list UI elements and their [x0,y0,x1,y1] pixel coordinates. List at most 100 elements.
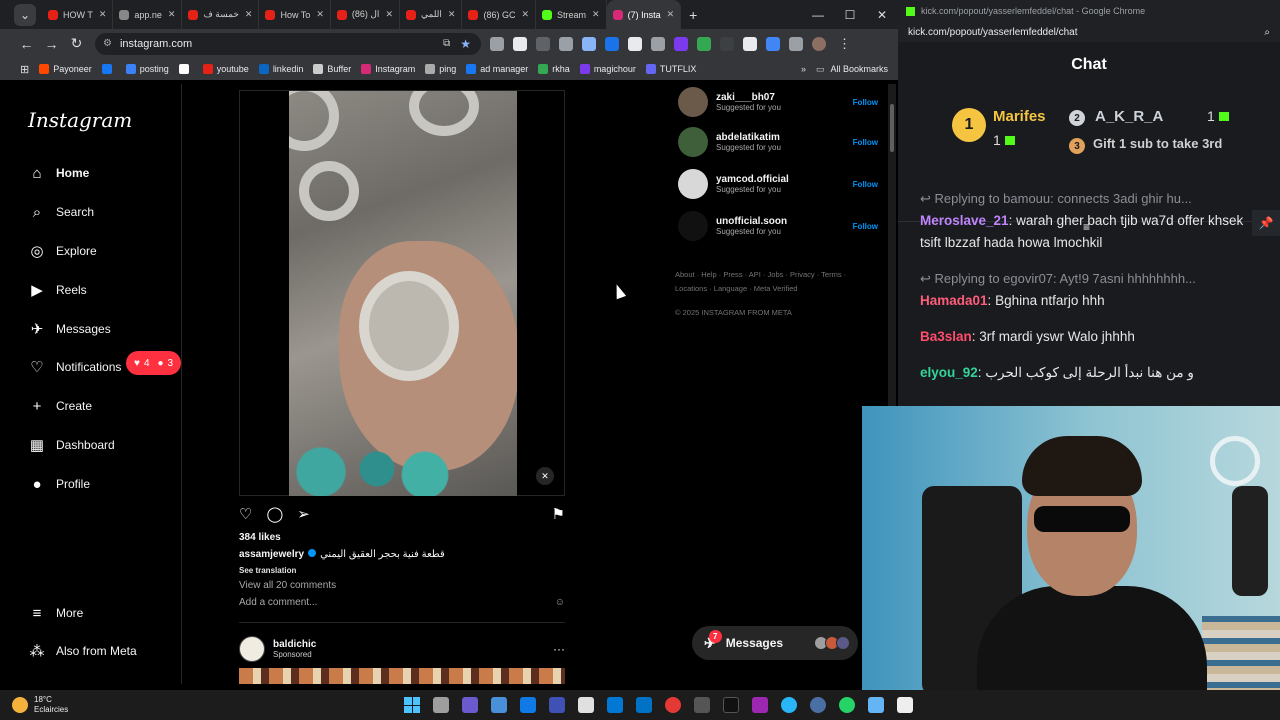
tab-close-icon[interactable]: ✕ [667,9,675,20]
tab-close-icon[interactable]: ✕ [245,9,253,20]
comment-icon[interactable]: ◯ [266,505,283,523]
sidebar-item-dashboard[interactable]: ▦ Dashboard [28,432,115,458]
extension-icon[interactable] [720,36,734,51]
follow-button[interactable]: Follow [853,180,878,189]
kick-address-bar[interactable]: kick.com/popout/yasserlemfeddel/chat ⌕ [898,22,1280,42]
copilot-icon[interactable] [462,697,479,713]
add-comment-input[interactable]: Add a comment... ☺ [239,597,565,608]
tab-close-icon[interactable]: ✕ [385,9,393,20]
save-icon[interactable]: ⚑ [552,505,565,523]
follow-button[interactable]: Follow [853,222,878,231]
browser-tab[interactable]: اللمي ✕ [400,0,463,29]
tab-close-icon[interactable]: ✕ [316,9,324,20]
like-icon[interactable]: ♡ [239,505,252,523]
suggestion-username[interactable]: unofficial.soon [716,216,787,227]
bookmark-item[interactable]: linkedin [258,64,303,74]
whatsapp-icon[interactable] [839,697,856,713]
gift-cta[interactable]: Gift 1 sub to take 3rd [1093,136,1222,151]
sidebar-item-notifications[interactable]: ♡ Notifications [28,354,121,380]
suggestion-username[interactable]: yamcod.official [716,174,789,185]
suggestion-username[interactable]: abdelatikatim [716,132,781,143]
emoji-icon[interactable]: ☺ [555,597,565,608]
avatar[interactable] [239,636,265,662]
start-button[interactable] [404,697,421,713]
tab-close-icon[interactable]: ✕ [168,9,176,20]
all-bookmarks-folder[interactable]: ▭ All Bookmarks [816,64,888,75]
close-window-button[interactable]: ✕ [866,0,898,29]
sidebar-item-home[interactable]: ⌂ Home [28,160,89,186]
chat-username[interactable]: Ba3slan [920,329,972,344]
store-icon[interactable] [607,697,624,713]
avatar[interactable] [678,127,708,157]
sidebar-item-messages[interactable]: ✈ Messages [28,316,111,342]
telegram-icon[interactable] [781,697,798,713]
more-options-icon[interactable]: ··· [553,642,565,656]
bookmark-item[interactable]: posting [125,64,169,74]
bookmark-item[interactable]: rkha [538,64,570,74]
post-video[interactable] [289,91,517,496]
extension-icon[interactable] [697,36,711,51]
app-icon[interactable] [868,697,885,713]
bookmarks-overflow-icon[interactable]: » [801,64,806,74]
bookmark-item[interactable] [101,64,116,74]
avatar[interactable] [678,169,708,199]
extension-icon[interactable] [651,36,665,51]
maximize-button[interactable]: ☐ [834,0,866,29]
browser-tab[interactable]: app.ne ✕ [113,0,183,29]
extension-icon[interactable] [605,36,619,51]
follow-button[interactable]: Follow [853,138,878,147]
extension-icon[interactable] [490,36,504,51]
bookmark-item[interactable]: magichour [579,64,636,74]
bookmark-item[interactable]: Payoneer [39,64,92,74]
post-media-preview[interactable] [239,668,565,684]
footer-links-line[interactable]: Locations · Language · Meta Verified [675,282,875,296]
browser-tab[interactable]: How To ✕ [259,0,331,29]
weather-widget[interactable]: 18°C Eclaircies [12,695,68,715]
tiktok-icon[interactable] [723,697,740,713]
extension-icon[interactable] [628,36,642,51]
suggestion-username[interactable]: zaki___bh07 [716,92,781,103]
see-translation-link[interactable]: See translation [239,566,296,575]
sidebar-item-more[interactable]: ≡ More [28,600,84,626]
install-app-icon[interactable]: ⧉ [443,38,450,49]
bookmark-item[interactable]: TUTFLIX [645,64,696,74]
address-bar[interactable]: ⚙ instagram.com ⧉ ★ [95,32,481,55]
new-tab-button[interactable]: + [689,7,697,23]
extension-icon[interactable] [513,36,527,51]
tab-close-icon[interactable]: ✕ [448,9,456,20]
task-view-icon[interactable] [433,697,450,713]
app-icon[interactable] [520,697,537,713]
sidebar-item-profile[interactable]: ● Profile [28,471,90,497]
search-icon[interactable]: ⌕ [1264,27,1270,38]
mute-icon[interactable]: ✕ [536,467,554,485]
notifications-popup-pill[interactable]: ♥ 4 ● 3 [126,351,182,375]
minimize-button[interactable]: — [802,0,834,29]
chat-username[interactable]: elyou_92 [920,365,978,380]
chat-username[interactable]: Hamada01 [920,293,988,308]
footer-links-line[interactable]: About · Help · Press · API · Jobs · Priv… [675,268,875,282]
sidebar-item-also-from-meta[interactable]: ⁂ Also from Meta [28,638,137,664]
instagram-logo[interactable]: Instagram [28,108,132,132]
browser-tab[interactable]: (86) GC ✕ [462,0,537,29]
bookmark-item[interactable]: ping [425,64,456,74]
reload-button[interactable]: ↻ [64,35,89,52]
post-username[interactable]: baldichic [273,639,316,650]
bookmark-item[interactable]: youtube [202,64,249,74]
sidebar-item-reels[interactable]: ▶ Reels [28,277,86,303]
post-media[interactable]: ✕ [239,90,565,496]
app-icon[interactable] [694,697,711,713]
extension-icon[interactable] [743,36,757,51]
browser-tab[interactable]: (7) Insta ✕ [606,0,682,29]
sidebar-item-explore[interactable]: ◎ Explore [28,238,96,264]
chrome-menu-icon[interactable]: ⋮ [838,36,851,52]
view-comments-link[interactable]: View all 20 comments [239,580,336,591]
follow-button[interactable]: Follow [853,98,878,107]
tab-close-icon[interactable]: ✕ [99,9,107,20]
apps-grid-icon[interactable]: ⊞ [20,63,29,76]
back-button[interactable]: ← [14,36,39,52]
extension-icon[interactable] [559,36,573,51]
sidebar-item-search[interactable]: ⌕ Search [28,199,94,225]
bookmark-item[interactable]: Instagram [361,64,415,74]
profile-avatar[interactable] [812,36,826,51]
chat-username[interactable]: Meroslave_21 [920,213,1009,228]
